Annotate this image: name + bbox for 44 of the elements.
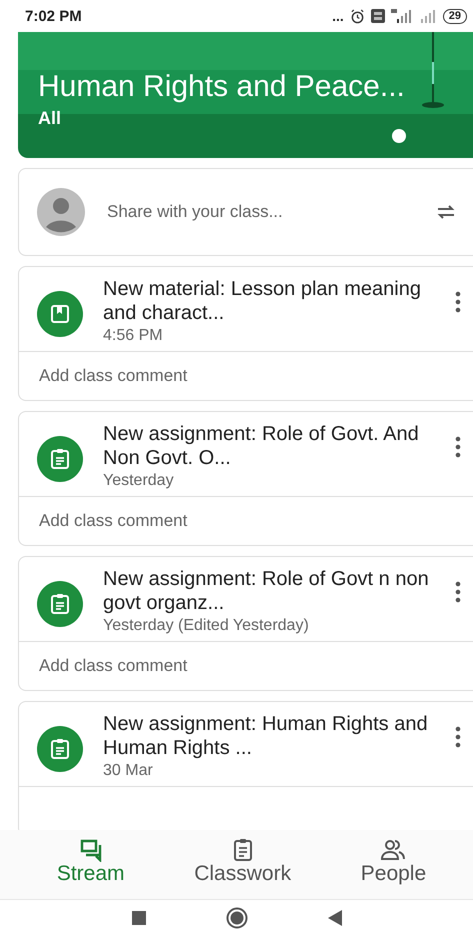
tab[interactable]: Stream bbox=[48, 838, 133, 899]
material-icon bbox=[37, 291, 83, 337]
class-title: Human Rights and Peace... bbox=[38, 70, 406, 104]
assignment-icon bbox=[37, 581, 83, 627]
post-time: 4:56 PM bbox=[103, 327, 164, 345]
post-card[interactable]: New material: Lesson plan meaning and charact... 4:56 PM Add class comment bbox=[18, 266, 473, 401]
recents-icon[interactable] bbox=[132, 911, 146, 925]
avatar-icon bbox=[37, 188, 85, 236]
post-card[interactable]: New assignment: Human Rights and Human Rights ... 30 Mar bbox=[18, 701, 473, 830]
share-card[interactable]: Share with your class... bbox=[18, 168, 473, 256]
post-card[interactable]: New assignment: Role of Govt. And Non Govt. O... Yesterday Add class comment bbox=[18, 411, 473, 546]
share-placeholder: Share with your class... bbox=[107, 202, 284, 222]
comment-field[interactable]: Add class comment bbox=[19, 497, 473, 545]
post-title[interactable]: New assignment: Human Rights and Human Rights ... bbox=[103, 712, 435, 760]
post-time: Yesterday bbox=[103, 472, 175, 490]
comment-field[interactable]: Add class comment bbox=[19, 352, 473, 400]
signal-icon bbox=[418, 9, 437, 23]
home-icon[interactable] bbox=[226, 907, 248, 929]
tab[interactable]: People bbox=[352, 838, 434, 899]
more-icon[interactable] bbox=[455, 291, 461, 313]
alarm-icon bbox=[350, 8, 365, 24]
assignment-icon bbox=[37, 726, 83, 772]
more-notifications: ... bbox=[332, 8, 344, 24]
status-time: 7:02 PM bbox=[25, 8, 82, 24]
battery-level: 29 bbox=[442, 8, 467, 24]
stream-icon bbox=[78, 838, 103, 862]
signal-icon bbox=[390, 9, 413, 23]
golf-ball-drawing bbox=[391, 128, 407, 144]
more-icon[interactable] bbox=[455, 726, 461, 748]
comment-field[interactable]: Add class comment bbox=[19, 642, 473, 690]
post-time: 30 Mar bbox=[103, 762, 154, 780]
back-icon[interactable] bbox=[328, 910, 342, 926]
post-title[interactable]: New material: Lesson plan meaning and charact... bbox=[103, 277, 435, 325]
more-icon[interactable] bbox=[455, 581, 461, 603]
volte-icon bbox=[370, 9, 385, 23]
post-title[interactable]: New assignment: Role of Govt n non govt organz... bbox=[103, 567, 435, 615]
class-section: All bbox=[38, 108, 473, 129]
assignment-icon bbox=[37, 436, 83, 482]
post-title[interactable]: New assignment: Role of Govt. And Non Govt. O... bbox=[103, 422, 435, 470]
more-icon[interactable] bbox=[455, 436, 461, 458]
people-icon bbox=[380, 838, 406, 862]
post-card[interactable]: New assignment: Role of Govt n non govt organz... Yesterday (Edited Yesterday) Add class comment bbox=[18, 556, 473, 691]
tab[interactable]: Classwork bbox=[186, 838, 300, 899]
post-time: Yesterday (Edited Yesterday) bbox=[103, 617, 310, 635]
